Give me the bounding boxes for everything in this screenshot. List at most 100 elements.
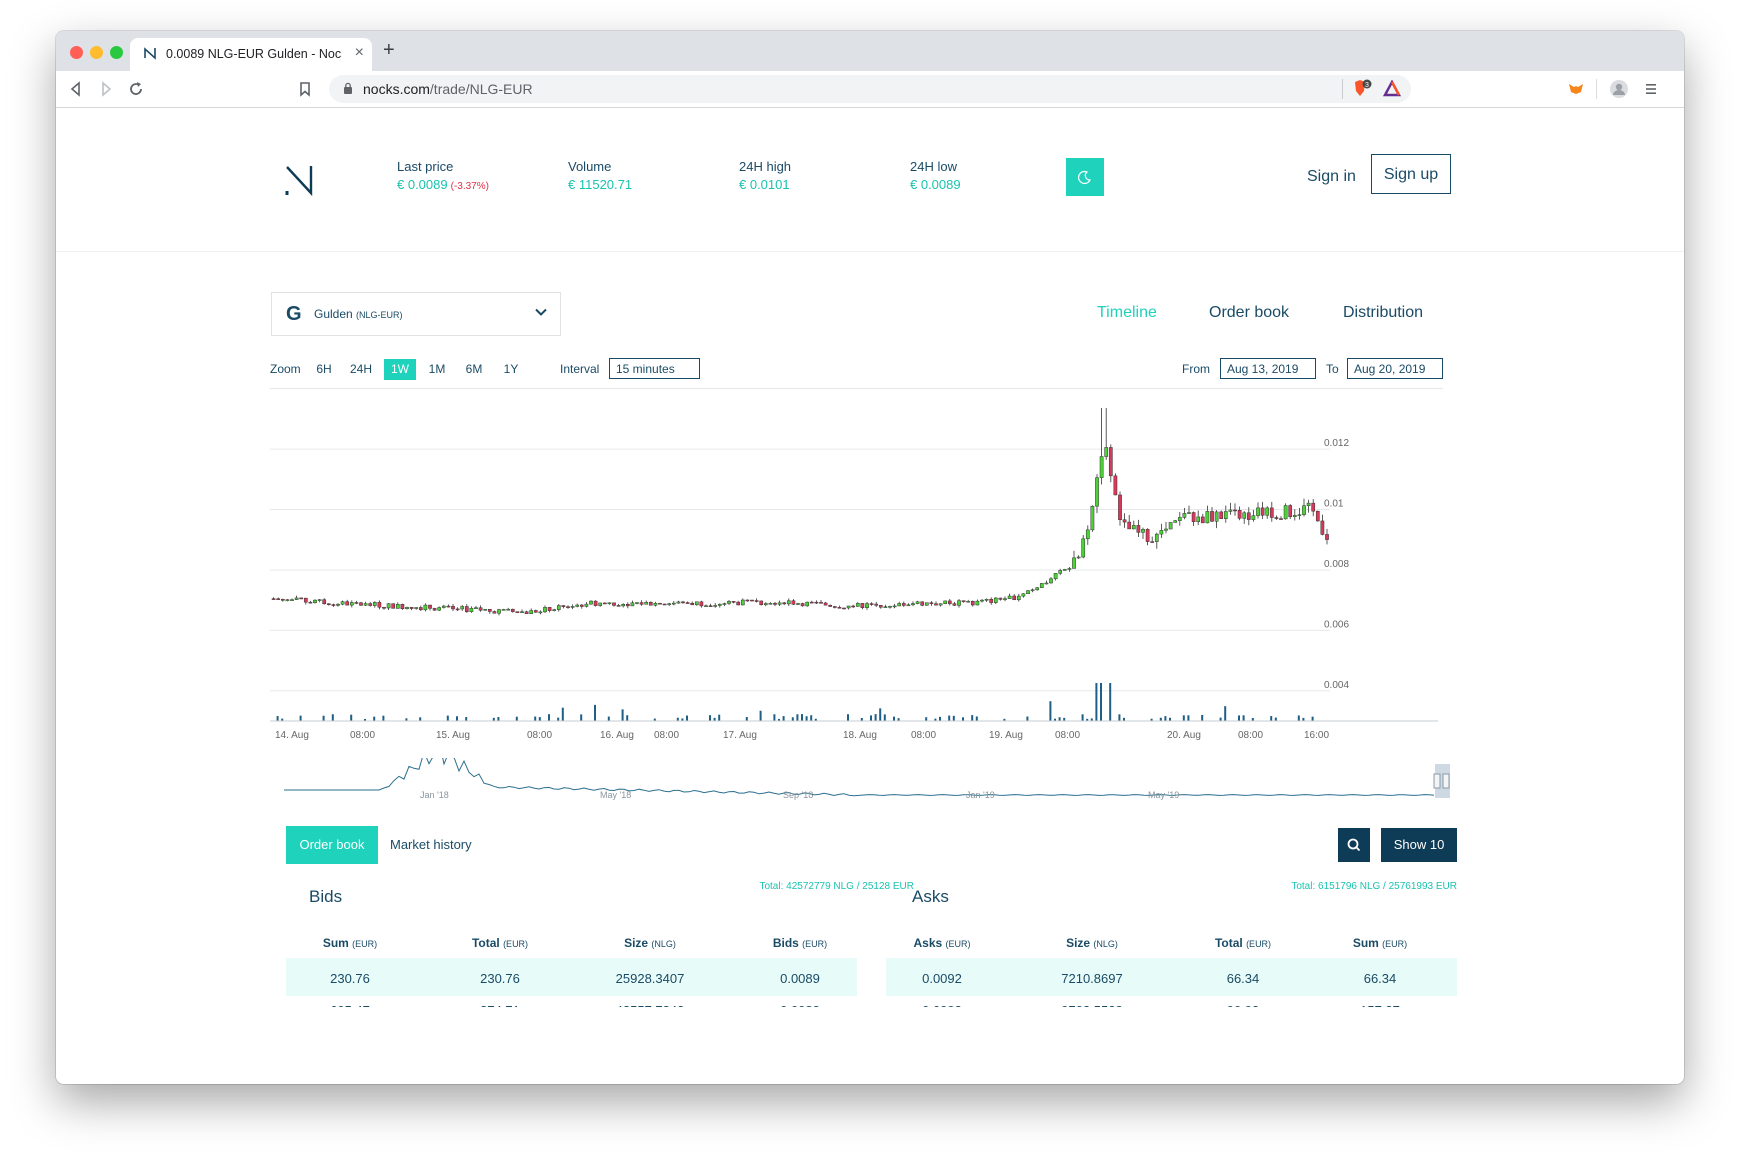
- candle-body: [667, 603, 672, 605]
- candle-body: [598, 602, 603, 606]
- candle-body: [805, 601, 810, 607]
- controls-divider: [270, 388, 1443, 389]
- volume-bar: [1026, 716, 1029, 721]
- from-date-input[interactable]: Aug 13, 2019: [1220, 358, 1316, 379]
- zoom-1m-button[interactable]: 1M: [422, 359, 452, 380]
- candle-body: [782, 602, 787, 605]
- asks-col-total[interactable]: Total (EUR): [1183, 936, 1303, 950]
- site-header: Last price € 0.0089 (-3.37%) Volume € 115…: [56, 108, 1684, 252]
- candle-body: [676, 601, 681, 604]
- candle-body: [906, 604, 911, 607]
- menu-icon[interactable]: [1641, 79, 1661, 99]
- candle-body: [487, 609, 492, 612]
- navigator[interactable]: Jan '18 May '18 Sep '18 Jan '19 May '19: [270, 758, 1450, 803]
- candle-body: [1260, 507, 1265, 516]
- candle-body: [423, 604, 428, 611]
- zoom-6h-button[interactable]: 6H: [310, 359, 338, 380]
- candle-body: [984, 598, 989, 601]
- price-chart[interactable]: 0.012 0.01 0.008 0.006 0.004 14. Aug 08:00 15.…: [270, 408, 1450, 758]
- tab-distribution[interactable]: Distribution: [1343, 304, 1423, 322]
- candle-body: [837, 607, 842, 609]
- search-button[interactable]: [1338, 828, 1370, 862]
- tab-timeline[interactable]: Timeline: [1097, 304, 1157, 322]
- profile-avatar-icon[interactable]: [1609, 79, 1629, 99]
- volume-bar: [847, 714, 849, 721]
- volume-bar: [497, 717, 500, 721]
- navigator-handle-left[interactable]: [1433, 773, 1441, 789]
- brave-rewards-icon[interactable]: [1383, 80, 1401, 98]
- candle-body: [704, 605, 708, 608]
- candle-body: [1256, 507, 1260, 516]
- asks-col-size[interactable]: Size (NLG): [1032, 936, 1152, 950]
- candle-body: [1246, 512, 1251, 520]
- metamask-icon[interactable]: [1566, 79, 1586, 99]
- candle-body: [892, 605, 897, 608]
- sign-in-link[interactable]: Sign in: [1307, 168, 1356, 186]
- pair-name: Gulden (NLG-EUR): [314, 307, 403, 321]
- tab-title: 0.0089 NLG-EUR Gulden - Nocks: [166, 47, 342, 61]
- back-icon[interactable]: [66, 79, 86, 99]
- browser-tab[interactable]: 0.0089 NLG-EUR Gulden - Nocks ×: [130, 38, 372, 71]
- candle-body: [579, 604, 584, 607]
- candle-body: [685, 602, 690, 604]
- nocks-logo-icon[interactable]: [284, 164, 316, 198]
- navigator-handle-right[interactable]: [1442, 773, 1450, 789]
- asks-col-sum[interactable]: Sum (EUR): [1320, 936, 1440, 950]
- forward-icon[interactable]: [96, 79, 116, 99]
- bookmark-icon[interactable]: [295, 79, 315, 99]
- stat-value: € 0.0089: [910, 177, 961, 192]
- volume-bar: [975, 716, 978, 721]
- show-10-button[interactable]: Show 10: [1381, 828, 1457, 862]
- candle-body: [593, 600, 598, 606]
- candle-body: [745, 599, 750, 602]
- volume-bar: [548, 714, 550, 721]
- candle-body: [1283, 505, 1288, 520]
- candle-body: [1168, 522, 1173, 530]
- candle-body: [336, 603, 340, 606]
- new-tab-icon[interactable]: +: [383, 40, 395, 60]
- bids-col-bids[interactable]: Bids (EUR): [740, 936, 860, 950]
- candle-body: [1302, 505, 1306, 515]
- reload-icon[interactable]: [126, 79, 146, 99]
- close-window-button[interactable]: [70, 46, 83, 59]
- candle-body: [455, 608, 460, 611]
- pair-selector[interactable]: G Gulden (NLG-EUR): [271, 292, 561, 336]
- candle-body: [929, 602, 934, 604]
- minimize-window-button[interactable]: [90, 46, 103, 59]
- to-date-input[interactable]: Aug 20, 2019: [1347, 358, 1443, 379]
- x-tick-label: 18. Aug: [843, 730, 877, 741]
- tab-order-book[interactable]: Order book: [1209, 304, 1289, 322]
- candle-body: [1062, 569, 1067, 571]
- candle-body: [975, 600, 980, 606]
- bids-col-sum[interactable]: Sum (EUR): [290, 936, 410, 950]
- tab-close-icon[interactable]: ×: [355, 44, 364, 62]
- candle-body: [1182, 513, 1187, 518]
- candle-body: [1067, 568, 1072, 570]
- candle-body: [469, 607, 474, 612]
- dark-mode-toggle[interactable]: [1066, 158, 1104, 196]
- candlesticks: [271, 408, 1329, 616]
- bids-col-size[interactable]: Size (NLG): [590, 936, 710, 950]
- asks-col-asks[interactable]: Asks (EUR): [882, 936, 1002, 950]
- order-book-tab[interactable]: Order book: [286, 826, 378, 864]
- address-bar[interactable]: nocks.com/trade/NLG-EUR 3: [329, 75, 1411, 103]
- brave-shields-icon[interactable]: 3: [1351, 79, 1373, 99]
- sign-up-button[interactable]: Sign up: [1371, 154, 1451, 194]
- candle-body: [768, 603, 773, 605]
- candle-body: [1196, 516, 1201, 522]
- candle-body: [1021, 593, 1026, 597]
- navigator-label: Jan '19: [966, 790, 995, 800]
- candle-body: [621, 604, 626, 607]
- market-history-tab[interactable]: Market history: [390, 837, 472, 852]
- candle-body: [326, 603, 331, 605]
- volume-bar: [621, 709, 624, 721]
- volume-bar: [796, 714, 799, 721]
- zoom-1w-button[interactable]: 1W: [384, 359, 416, 380]
- bids-col-total[interactable]: Total (EUR): [440, 936, 560, 950]
- zoom-6m-button[interactable]: 6M: [459, 359, 489, 380]
- maximize-window-button[interactable]: [110, 46, 123, 59]
- candle-body: [773, 603, 777, 605]
- interval-select[interactable]: 15 minutes: [609, 358, 700, 379]
- zoom-1y-button[interactable]: 1Y: [496, 359, 526, 380]
- zoom-24h-button[interactable]: 24H: [346, 359, 376, 380]
